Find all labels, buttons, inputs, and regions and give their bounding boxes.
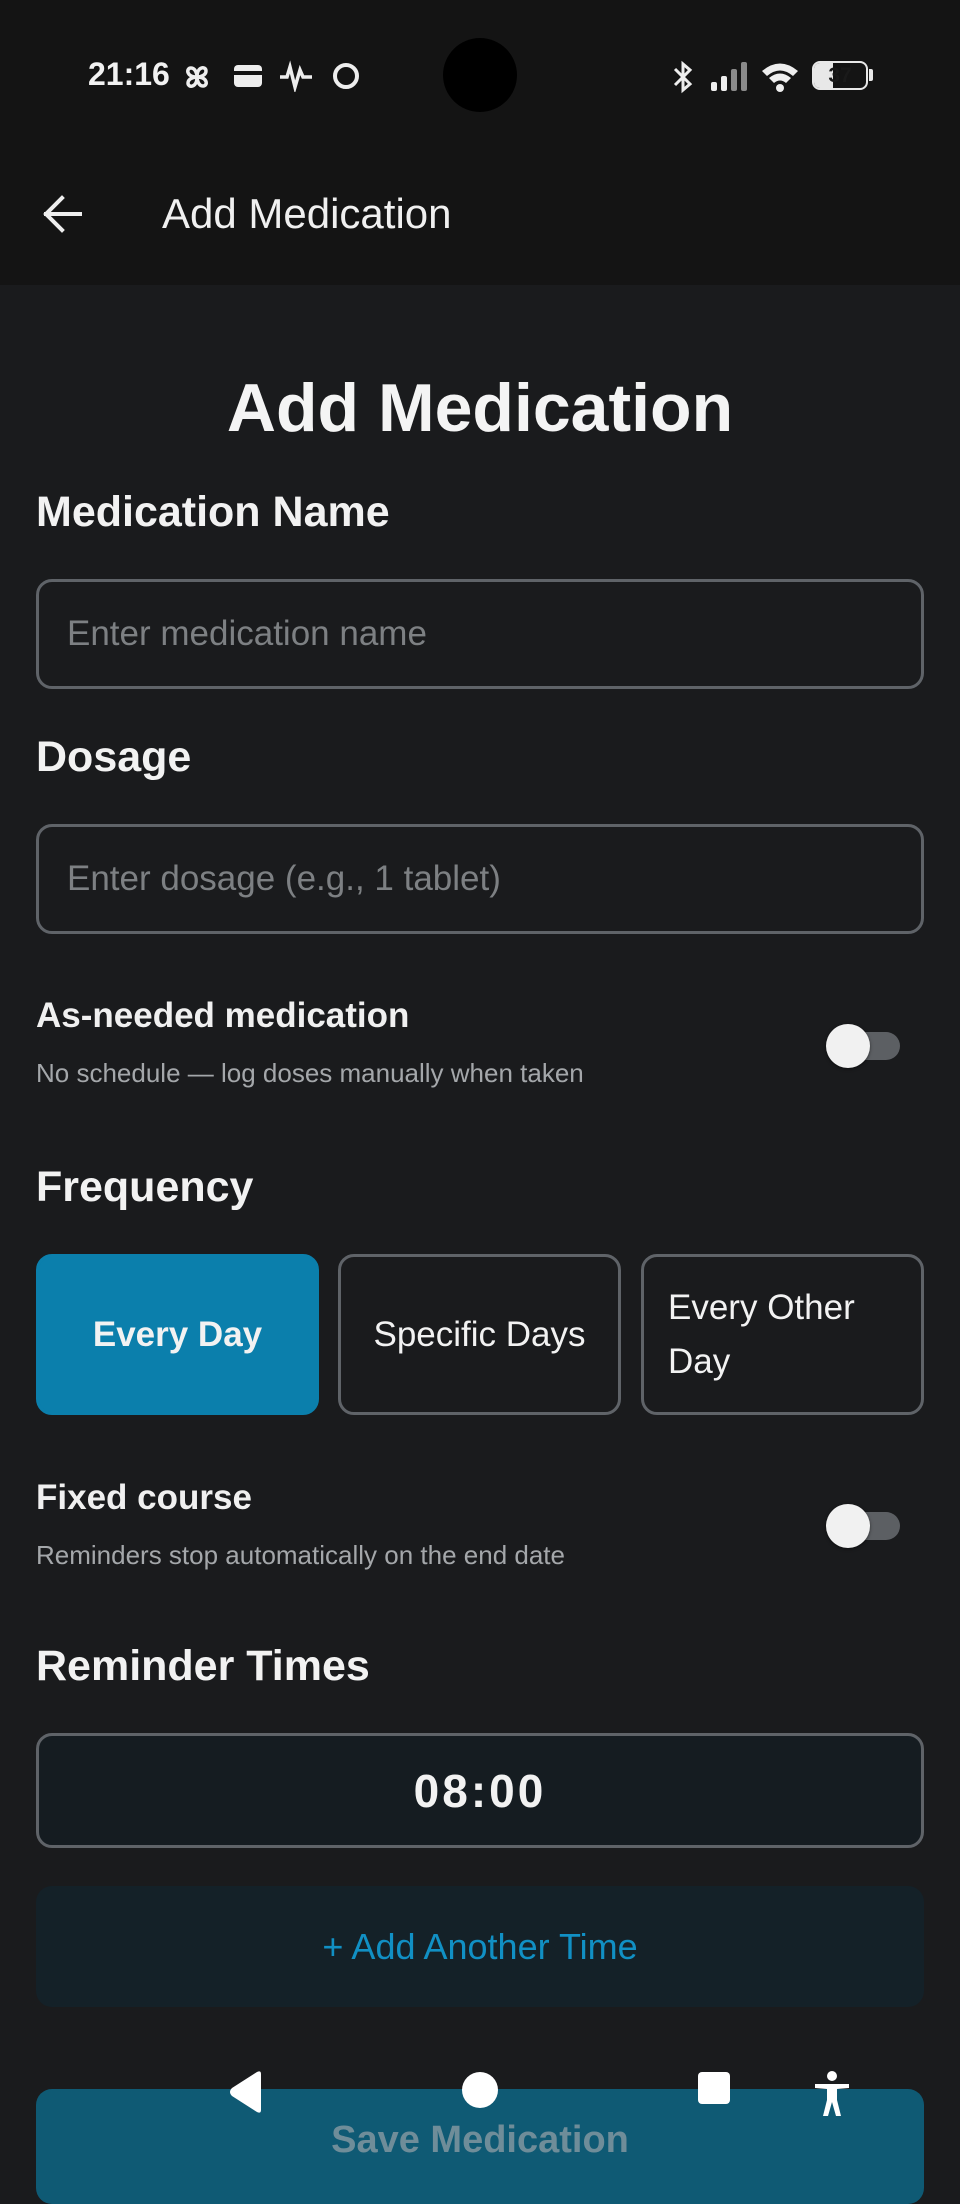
back-triangle-icon[interactable] <box>226 2070 266 2114</box>
as-needed-toggle[interactable] <box>826 1017 918 1073</box>
recents-square-icon[interactable] <box>696 2070 732 2106</box>
reminder-time-picker[interactable]: 08:00 <box>36 1733 924 1848</box>
reminder-times-label: Reminder Times <box>36 1642 370 1690</box>
battery-level: 37 <box>828 64 852 87</box>
frequency-option-specific-days[interactable]: Specific Days <box>338 1254 621 1415</box>
frequency-option-every-other-day[interactable]: Every Other Day <box>641 1254 924 1415</box>
system-nav-bar <box>0 2060 960 2142</box>
frequency-label: Frequency <box>36 1163 254 1211</box>
app-bar: Add Medication <box>0 150 960 285</box>
home-circle-icon[interactable] <box>460 2070 500 2110</box>
activity-icon <box>280 60 312 92</box>
fixed-course-toggle[interactable] <box>826 1497 918 1553</box>
status-time: 21:16 <box>88 56 170 92</box>
circle-icon <box>333 63 359 89</box>
camera-cutout <box>443 38 517 112</box>
battery-tip <box>869 69 873 81</box>
toggle-thumb <box>826 1024 870 1068</box>
battery-icon: 37 <box>812 61 868 90</box>
accessibility-icon[interactable] <box>810 2070 854 2118</box>
wallet-icon <box>234 65 262 87</box>
dosage-label: Dosage <box>36 733 192 781</box>
medication-name-input[interactable] <box>36 579 924 689</box>
app-bar-title: Add Medication <box>162 190 452 237</box>
status-bar: 21:16 37 <box>0 0 960 150</box>
arrow-left-icon[interactable] <box>36 186 92 242</box>
medication-name-label: Medication Name <box>36 488 390 536</box>
fixed-course-title: Fixed course <box>36 1478 252 1517</box>
signal-icon <box>711 62 747 91</box>
page-title: Add Medication <box>226 370 734 446</box>
add-time-button[interactable]: + Add Another Time <box>36 1886 924 2007</box>
frequency-option-every-day[interactable]: Every Day <box>36 1254 319 1415</box>
dosage-input[interactable] <box>36 824 924 934</box>
as-needed-title: As-needed medication <box>36 996 410 1035</box>
fixed-course-subtitle: Reminders stop automatically on the end … <box>36 1540 565 1570</box>
pinwheel-icon <box>186 66 208 88</box>
wifi-icon <box>762 63 798 92</box>
bluetooth-icon <box>673 60 693 94</box>
as-needed-subtitle: No schedule — log doses manually when ta… <box>36 1058 584 1088</box>
toggle-thumb <box>826 1504 870 1548</box>
